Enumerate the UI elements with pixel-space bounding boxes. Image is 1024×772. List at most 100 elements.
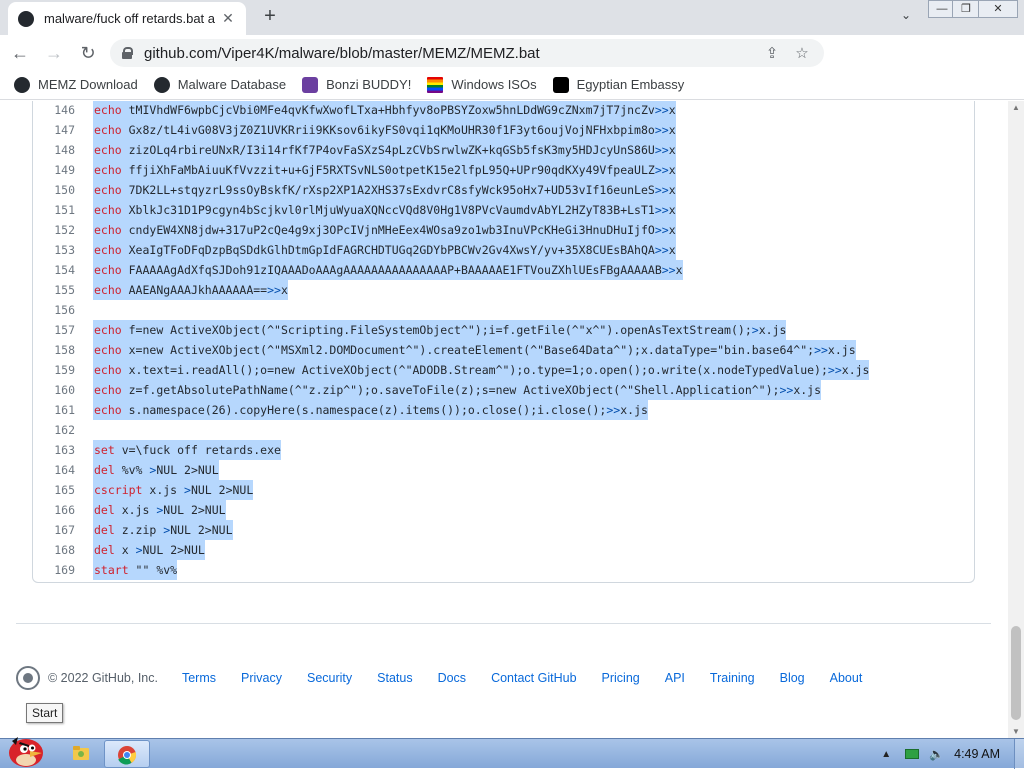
line-number[interactable]: 161	[33, 400, 75, 420]
tab-close-icon[interactable]: ✕	[220, 10, 236, 27]
line-number[interactable]: 155	[33, 280, 75, 300]
taskbar-chrome[interactable]	[104, 740, 150, 768]
footer-link-pricing[interactable]: Pricing	[602, 671, 640, 685]
url-text[interactable]: github.com/Viper4K/malware/blob/master/M…	[144, 45, 752, 62]
line-number[interactable]: 164	[33, 460, 75, 480]
code-target: x	[668, 183, 676, 197]
line-number[interactable]: 151	[33, 200, 75, 220]
line-number[interactable]: 165	[33, 480, 75, 500]
taskbar: ▲ 🔈 4:49 AM	[0, 737, 1024, 769]
code-keyword: echo	[94, 403, 122, 417]
code-text: del x.js >NUL 2>NUL	[93, 500, 226, 520]
bookmark-egyptian-embassy[interactable]: WiX Egyptian Embassy	[552, 76, 684, 93]
bookmark-malware-database[interactable]: Malware Database	[153, 76, 286, 93]
back-arrow-icon[interactable]: ←	[6, 39, 34, 67]
tab-search-chevron-icon[interactable]: ⌄	[896, 8, 916, 28]
bookmark-memz-download[interactable]: MEMZ Download	[14, 76, 138, 93]
system-tray: ▲ 🔈 4:49 AM	[881, 739, 1024, 769]
code-text: echo x.text=i.readAll();o=new ActiveXObj…	[93, 360, 870, 380]
taskbar-clock[interactable]: 4:49 AM	[954, 747, 1000, 761]
code-text: echo zizOLq4rbireUNxR/I3i14rfKf7P4ovFaSX…	[93, 140, 676, 160]
page-scrollbar[interactable]: ▲ ▼	[1008, 101, 1024, 738]
code-target: x	[675, 263, 683, 277]
address-bar[interactable]: github.com/Viper4K/malware/blob/master/M…	[110, 39, 824, 67]
footer-link-about[interactable]: About	[830, 671, 863, 685]
code-redirect: >>	[661, 263, 676, 277]
code-target: NUL 2>NUL	[163, 503, 226, 517]
bookmark-windows-isos[interactable]: Windows ISOs	[427, 76, 537, 93]
code-line: 146 echo tMIVhdWF6wpbCjcVbi0MFe4qvKfwXwof…	[33, 101, 974, 120]
line-number[interactable]: 157	[33, 320, 75, 340]
github-logo-icon[interactable]	[16, 666, 40, 690]
line-number[interactable]: 162	[33, 420, 75, 440]
footer-link-privacy[interactable]: Privacy	[241, 671, 282, 685]
line-number[interactable]: 159	[33, 360, 75, 380]
line-number[interactable]: 152	[33, 220, 75, 240]
code-body: z=f.getAbsolutePathName(^"z.zip^");o.sav…	[121, 383, 780, 397]
line-number[interactable]: 158	[33, 340, 75, 360]
reload-icon[interactable]: ↻	[74, 39, 102, 67]
github-icon	[153, 76, 170, 93]
chrome-icon	[118, 746, 137, 765]
code-text: echo AAEANgAAAJkhAAAAAA==>>x	[93, 280, 288, 300]
code-body: f=new ActiveXObject(^"Scripting.FileSyst…	[121, 323, 752, 337]
new-tab-button[interactable]: +	[258, 5, 282, 29]
line-number[interactable]: 169	[33, 560, 75, 580]
maximize-button[interactable]: ❐	[952, 0, 980, 18]
bookmark-star-icon[interactable]: ☆	[792, 44, 812, 62]
footer-link-terms[interactable]: Terms	[182, 671, 216, 685]
code-keyword: echo	[94, 143, 122, 157]
line-number[interactable]: 148	[33, 140, 75, 160]
scroll-down-icon[interactable]: ▼	[1011, 727, 1021, 736]
line-number[interactable]: 167	[33, 520, 75, 540]
code-target: x.js	[827, 343, 856, 357]
battery-icon[interactable]	[905, 749, 920, 759]
line-number[interactable]: 149	[33, 160, 75, 180]
code-body: ffjiXhFaMbAiuuKfVvzzit+u+GjF5RXTSvNLS0ot…	[121, 163, 655, 177]
volume-icon[interactable]: 🔈	[929, 747, 944, 761]
code-redirect: >	[135, 543, 143, 557]
line-number[interactable]: 168	[33, 540, 75, 560]
scroll-up-icon[interactable]: ▲	[1011, 103, 1021, 112]
share-icon[interactable]: ⇪	[762, 44, 782, 62]
footer-link-status[interactable]: Status	[377, 671, 412, 685]
copyright-text: © 2022 GitHub, Inc.	[48, 671, 158, 685]
code-target: x	[668, 103, 676, 117]
close-window-button[interactable]: ✕	[978, 0, 1018, 18]
code-text: echo XblkJc31D1P9cgyn4bScjkvl0rlMjuWyuaX…	[93, 200, 676, 220]
scrollbar-thumb[interactable]	[1011, 626, 1021, 720]
code-text: echo cndyEW4XN8jdw+317uP2cQe4g9xj3OPcIVj…	[93, 220, 676, 240]
line-number[interactable]: 160	[33, 380, 75, 400]
show-desktop-button[interactable]	[1014, 739, 1024, 769]
line-number[interactable]: 163	[33, 440, 75, 460]
browser-tab[interactable]: malware/fuck off retards.bat a ✕	[8, 2, 246, 35]
line-number[interactable]: 156	[33, 300, 75, 320]
footer-link-contact[interactable]: Contact GitHub	[491, 671, 576, 685]
footer-link-api[interactable]: API	[665, 671, 685, 685]
code-redirect: >>	[654, 203, 669, 217]
code-line: 152 echo cndyEW4XN8jdw+317uP2cQe4g9xj3OPc…	[33, 220, 974, 240]
code-body: XeaIgTFoDFqDzpBqSDdkGlhDtmGpIdFAGRCHDTUG…	[121, 243, 655, 257]
line-number[interactable]: 153	[33, 240, 75, 260]
footer-link-docs[interactable]: Docs	[438, 671, 466, 685]
code-keyword: echo	[94, 183, 122, 197]
footer-link-blog[interactable]: Blog	[780, 671, 805, 685]
line-number[interactable]: 146	[33, 101, 75, 120]
taskbar-explorer[interactable]	[58, 740, 104, 768]
bookmark-bonzi-buddy[interactable]: Bonzi BUDDY!	[302, 76, 411, 93]
footer-link-security[interactable]: Security	[307, 671, 352, 685]
line-number[interactable]: 150	[33, 180, 75, 200]
code-text: echo ffjiXhFaMbAiuuKfVvzzit+u+GjF5RXTSvN…	[93, 160, 676, 180]
footer-link-training[interactable]: Training	[710, 671, 755, 685]
line-number[interactable]: 154	[33, 260, 75, 280]
line-number[interactable]: 147	[33, 120, 75, 140]
code-redirect: >>	[654, 163, 669, 177]
lock-icon[interactable]	[122, 47, 133, 59]
forward-arrow-icon[interactable]: →	[40, 39, 68, 67]
line-number[interactable]: 166	[33, 500, 75, 520]
show-hidden-icons-icon[interactable]: ▲	[881, 749, 891, 760]
start-button-angry-bird-icon[interactable]	[4, 727, 50, 769]
code-text: echo XeaIgTFoDFqDzpBqSDdkGlhDtmGpIdFAGRC…	[93, 240, 676, 260]
code-target: x	[280, 283, 288, 297]
code-text: echo s.namespace(26).copyHere(s.namespac…	[93, 400, 648, 420]
